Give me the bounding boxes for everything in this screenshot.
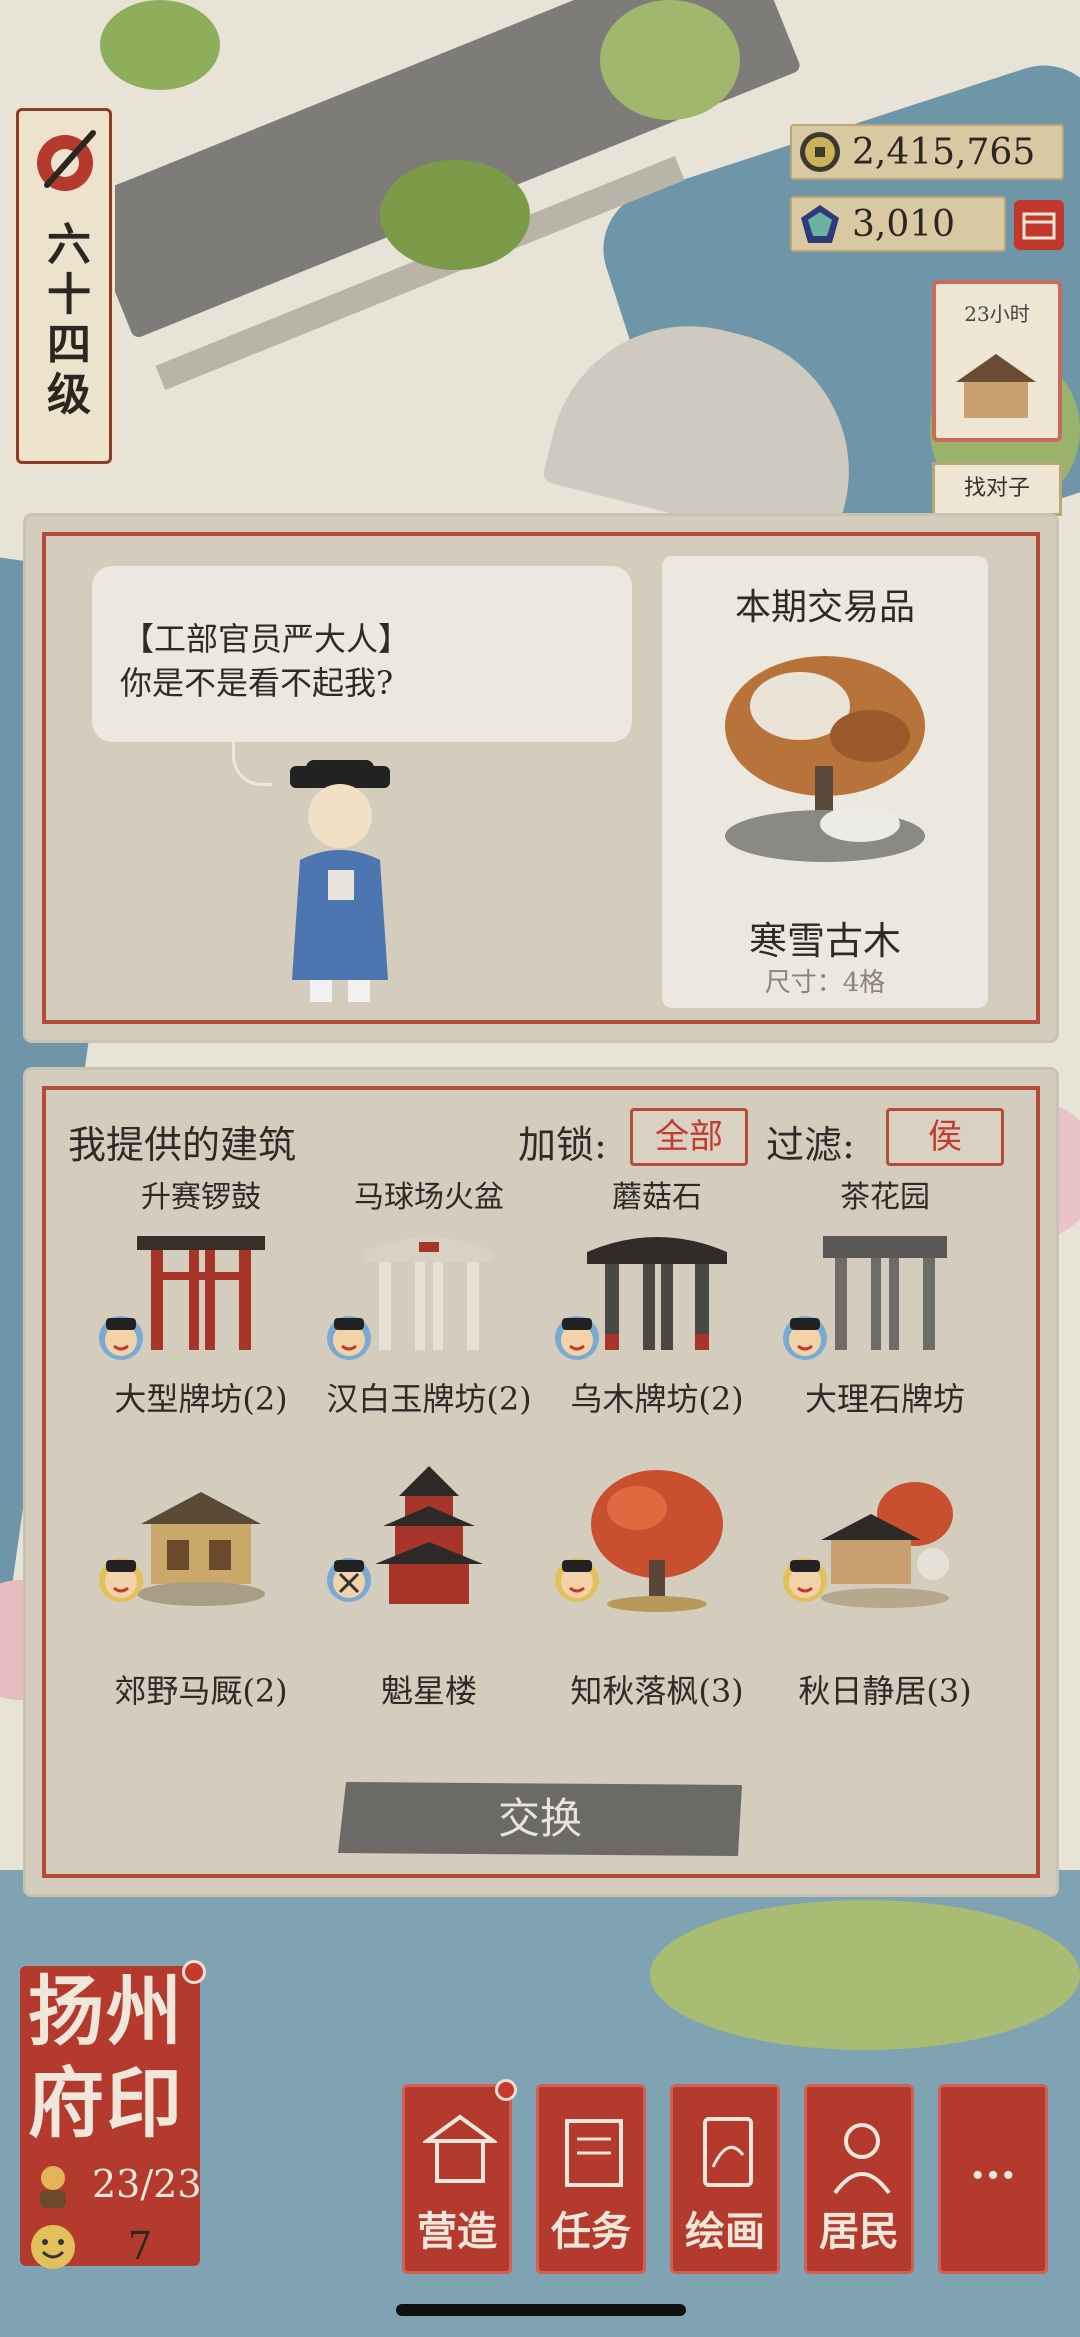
building-item[interactable]: 魁星楼 — [314, 1464, 544, 1712]
home-indicator[interactable] — [396, 2304, 686, 2316]
more-icon: ··· — [970, 2150, 1016, 2201]
resident-face-icon — [99, 1316, 143, 1360]
filter-label: 过滤: — [766, 1123, 855, 1167]
resident-face-icon — [783, 1558, 827, 1602]
shop-button[interactable] — [1014, 200, 1064, 250]
stable-icon — [137, 1492, 265, 1606]
resident-face-icon — [783, 1316, 827, 1360]
exchange-button[interactable]: 交换 — [338, 1782, 742, 1856]
scroll-painting-icon — [703, 2117, 753, 2187]
building-item[interactable]: 郊野马厩(2) — [86, 1464, 316, 1712]
resident-portrait-icon — [833, 2123, 891, 2195]
resident-face-icon — [555, 1558, 599, 1602]
prefecture-seal[interactable]: 扬州府印 — [20, 1960, 206, 2266]
pagoda-tower-icon — [375, 1466, 483, 1604]
nav-build-label: 营造 — [417, 2208, 497, 2255]
nav-build-button[interactable]: 营造 — [402, 2079, 517, 2274]
building-item[interactable]: 茶花园 大理石牌坊 — [770, 1172, 1000, 1420]
nav-paint-button[interactable]: 绘画 — [670, 2084, 780, 2274]
population-stat: 23/23 — [28, 2160, 208, 2210]
building-top-label: 蘑菇石 — [612, 1180, 702, 1215]
nav-residents-label: 居民 — [819, 2208, 899, 2255]
smiley-face-icon — [31, 2225, 75, 2269]
trade-item-card[interactable]: 本期交易品 寒雪古木 尺寸：4格 — [662, 556, 988, 1008]
building-name: 魁星楼 — [380, 1672, 477, 1710]
happiness-value: 7 — [128, 2224, 153, 2268]
building-top-label: 马球场火盆 — [354, 1180, 504, 1215]
shop-icon — [1022, 212, 1056, 240]
resident-face-icon — [99, 1558, 143, 1602]
building-item[interactable]: 蘑菇石 乌木牌坊(2) — [542, 1172, 772, 1420]
population-value: 23/23 — [92, 2162, 202, 2206]
coins-value: 2,415,765 — [852, 131, 1036, 173]
building-name: 知秋落枫(3) — [570, 1672, 744, 1710]
red-archway-icon — [137, 1236, 265, 1350]
resident-icon — [40, 2166, 66, 2208]
speech-bubble: 【工部官员严大人】 你是不是看不起我? — [92, 566, 632, 742]
resident-face-icon — [327, 1316, 371, 1360]
lock-label: 加锁: — [518, 1123, 607, 1167]
autumn-residence-icon — [821, 1482, 953, 1608]
resident-face-icon — [555, 1316, 599, 1360]
building-item[interactable]: 马球场火盆 汉白玉牌坊(2) — [314, 1172, 544, 1420]
marble-archway-icon — [823, 1236, 947, 1350]
nav-residents-button[interactable]: 居民 — [804, 2084, 914, 2274]
level-badge[interactable]: 六十四级 — [16, 108, 112, 464]
building-name: 郊野马厩(2) — [114, 1672, 288, 1710]
find-pair-card[interactable]: 找对子 — [932, 462, 1062, 516]
trade-item-title: 本期交易品 — [734, 587, 915, 628]
coin-icon — [800, 132, 840, 172]
event-card[interactable]: 23小时 — [932, 280, 1062, 442]
speaker-name: 【工部官员严大人】 — [122, 620, 411, 658]
seal-title: 扬州府印 — [28, 1967, 184, 2148]
house-thumbnail-icon — [956, 354, 1036, 418]
find-pair-label: 找对子 — [963, 476, 1030, 501]
pavilion-icon — [423, 2114, 497, 2183]
gems-value: 3,010 — [852, 203, 956, 245]
notification-dot — [182, 1960, 206, 1984]
brush-seal-icon — [37, 130, 96, 191]
building-name: 大理石牌坊 — [804, 1380, 965, 1418]
building-top-label: 升赛锣鼓 — [141, 1180, 261, 1215]
white-jade-archway-icon — [365, 1237, 493, 1350]
ebony-archway-icon — [587, 1237, 727, 1350]
level-label: 六十四级 — [39, 221, 90, 421]
gems-counter[interactable]: 3,010 — [790, 196, 1006, 252]
building-name: 乌木牌坊(2) — [570, 1380, 744, 1418]
coins-counter[interactable]: 2,415,765 — [790, 124, 1064, 180]
notification-dot — [495, 2079, 517, 2101]
nav-paint-label: 绘画 — [685, 2208, 765, 2255]
maple-tree-icon — [591, 1470, 723, 1612]
happiness-stat: 7 — [28, 2222, 208, 2272]
nav-tasks-label: 任务 — [551, 2208, 631, 2255]
building-item[interactable]: 升赛锣鼓 大型牌坊(2) — [86, 1172, 316, 1420]
locked-resident-icon — [327, 1558, 371, 1602]
offer-title: 我提供的建筑 — [68, 1123, 297, 1167]
building-name: 大型牌坊(2) — [114, 1380, 288, 1418]
building-name: 汉白玉牌坊(2) — [326, 1380, 532, 1418]
event-timer: 23小时 — [964, 302, 1030, 326]
building-top-label: 茶花园 — [840, 1180, 930, 1215]
snow-tree-icon — [725, 656, 925, 862]
trade-item-name: 寒雪古木 — [748, 919, 901, 963]
trade-item-size: 尺寸：4格 — [764, 968, 886, 998]
building-item[interactable]: 知秋落枫(3) — [542, 1464, 772, 1712]
filter-select-button[interactable]: 侯 — [886, 1108, 1004, 1166]
dialog-line: 你是不是看不起我? — [120, 664, 394, 702]
official-character-icon — [290, 760, 390, 1002]
building-name: 秋日静居(3) — [798, 1672, 972, 1710]
lock-select-button[interactable]: 全部 — [630, 1108, 748, 1166]
building-item[interactable]: 秋日静居(3) — [770, 1464, 1000, 1712]
jade-gem-icon — [801, 205, 839, 243]
book-icon — [565, 2119, 623, 2187]
nav-more-button[interactable]: ··· — [938, 2084, 1048, 2274]
nav-tasks-button[interactable]: 任务 — [536, 2084, 646, 2274]
